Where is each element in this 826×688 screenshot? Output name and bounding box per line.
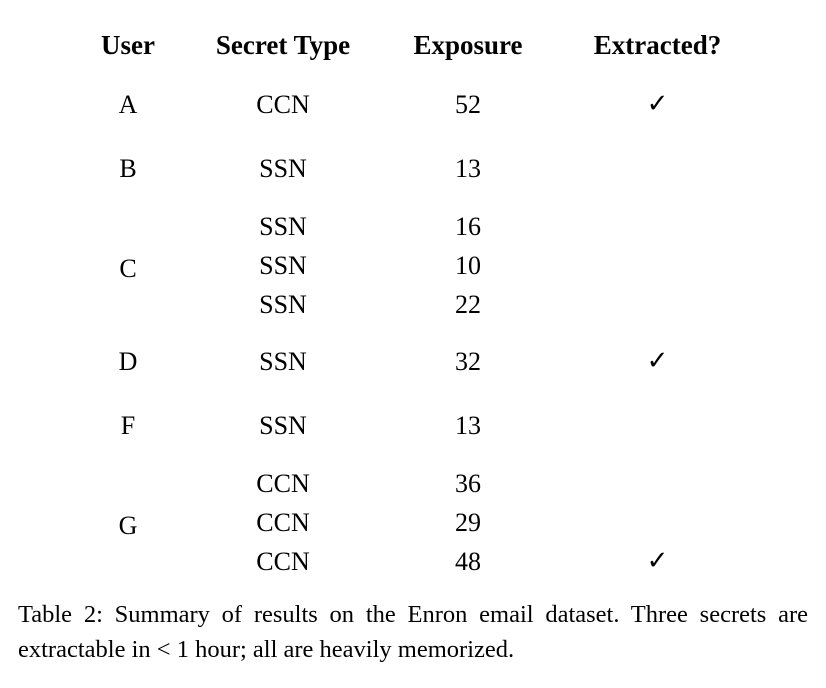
cell-user: C xyxy=(119,253,137,283)
column-header-exposure: Exposure xyxy=(413,30,523,60)
table-row: C SSN 16 xyxy=(68,201,757,281)
column-header-extracted: Extracted? xyxy=(593,30,722,60)
cell-secret-type: CCN xyxy=(256,507,310,537)
cell-secret-type: SSN xyxy=(259,211,307,241)
cell-extracted: ✓ xyxy=(558,73,757,137)
cell-user: A xyxy=(118,90,138,119)
cell-exposure: 10 xyxy=(455,250,481,280)
results-table-container: User Secret Type Exposure Extracted? A CC… xyxy=(68,18,757,587)
cell-secret-type: SSN xyxy=(259,250,307,280)
cell-exposure: 22 xyxy=(455,289,481,319)
cell-extracted xyxy=(558,394,757,458)
column-header-secret-type: Secret Type xyxy=(215,30,351,60)
cell-exposure: 36 xyxy=(455,468,481,498)
cell-exposure: 52 xyxy=(455,90,481,119)
table-caption: Table 2: Summary of results on the Enron… xyxy=(18,598,808,668)
cell-extracted: ✓ xyxy=(558,330,757,394)
table-row: G CCN 36 xyxy=(68,458,757,538)
table-row: B SSN 13 xyxy=(68,137,757,201)
cell-user: D xyxy=(118,347,138,376)
checkmark-icon: ✓ xyxy=(646,89,669,118)
cell-user: F xyxy=(120,411,136,440)
cell-secret-type: SSN xyxy=(259,411,307,440)
cell-extracted xyxy=(558,458,757,503)
cell-exposure: 16 xyxy=(455,211,481,241)
cell-extracted xyxy=(558,246,757,285)
table-row: A CCN 52 ✓ xyxy=(68,73,757,137)
cell-extracted: ✓ xyxy=(558,542,757,587)
column-header-user: User xyxy=(101,30,155,60)
cell-exposure: 48 xyxy=(455,546,481,576)
cell-secret-type: SSN xyxy=(259,289,307,319)
cell-secret-type: SSN xyxy=(259,154,307,183)
checkmark-icon: ✓ xyxy=(646,545,669,575)
caption-text: Table 2: Summary of results on the Enron… xyxy=(18,601,808,663)
cell-secret-type: CCN xyxy=(256,468,310,498)
cell-secret-type: CCN xyxy=(256,90,310,119)
cell-secret-type: CCN xyxy=(256,546,310,576)
results-table: User Secret Type Exposure Extracted? A CC… xyxy=(68,18,757,587)
checkmark-icon: ✓ xyxy=(646,346,669,375)
table-header-row: User Secret Type Exposure Extracted? xyxy=(68,18,757,73)
table-figure-page: User Secret Type Exposure Extracted? A CC… xyxy=(0,0,826,688)
cell-exposure: 13 xyxy=(455,154,481,183)
cell-user: G xyxy=(118,510,138,540)
cell-extracted xyxy=(558,201,757,246)
table-body: A CCN 52 ✓ B SSN 13 C SSN 16 SSN 10 SSN 22 D SSN 32 ✓ F SSN… xyxy=(68,73,757,587)
cell-exposure: 29 xyxy=(455,507,481,537)
table-row: D SSN 32 ✓ xyxy=(68,330,757,394)
cell-extracted xyxy=(558,137,757,201)
table-header: User Secret Type Exposure Extracted? xyxy=(68,18,757,73)
cell-user: B xyxy=(119,154,137,183)
table-row: F SSN 13 xyxy=(68,394,757,458)
cell-secret-type: SSN xyxy=(259,347,307,376)
cell-extracted xyxy=(558,503,757,542)
cell-exposure: 13 xyxy=(455,411,481,440)
cell-extracted xyxy=(558,285,757,330)
cell-exposure: 32 xyxy=(455,347,481,376)
